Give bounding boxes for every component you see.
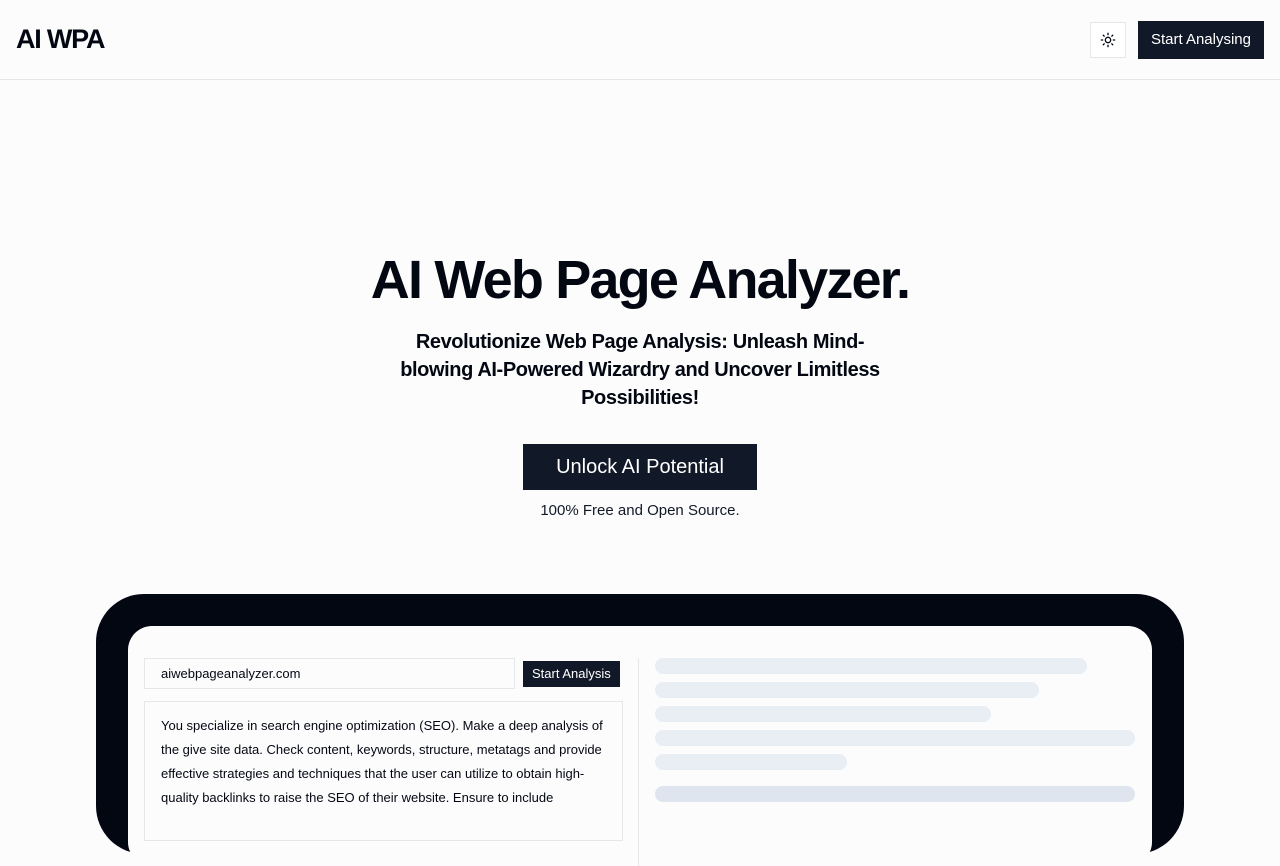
unlock-ai-potential-button[interactable]: Unlock AI Potential [523,444,757,490]
device-preview-frame: Start Analysis You specialize in search … [96,594,1184,866]
input-pane: Start Analysis You specialize in search … [144,658,639,866]
hero-note: 100% Free and Open Source. [540,502,740,519]
start-analysing-button[interactable]: Start Analysing [1137,20,1264,59]
skeleton-line [655,730,1135,746]
skeleton-line [655,682,1039,698]
url-row: Start Analysis [144,658,622,689]
hero-subtitle: Revolutionize Web Page Analysis: Unleash… [400,331,880,409]
page-title: AI Web Page Analyzer. [370,250,911,310]
header-actions: Start Analysing [1089,20,1264,59]
url-input[interactable] [144,658,515,689]
skeleton-line [655,754,847,770]
logo[interactable]: AI WPA [16,24,106,55]
theme-toggle-button[interactable] [1089,21,1126,58]
result-pane [639,658,1136,866]
skeleton-line [655,658,1087,674]
hero-section: AI Web Page Analyzer. Revolutionize Web … [0,250,1280,519]
top-header: AI WPA Start Analysing [0,0,1280,80]
start-analysis-button[interactable]: Start Analysis [523,660,620,687]
skeleton-line [655,706,991,722]
device-screen: Start Analysis You specialize in search … [128,626,1152,866]
prompt-textarea[interactable]: You specialize in search engine optimiza… [144,701,623,841]
sun-icon [1100,32,1116,47]
